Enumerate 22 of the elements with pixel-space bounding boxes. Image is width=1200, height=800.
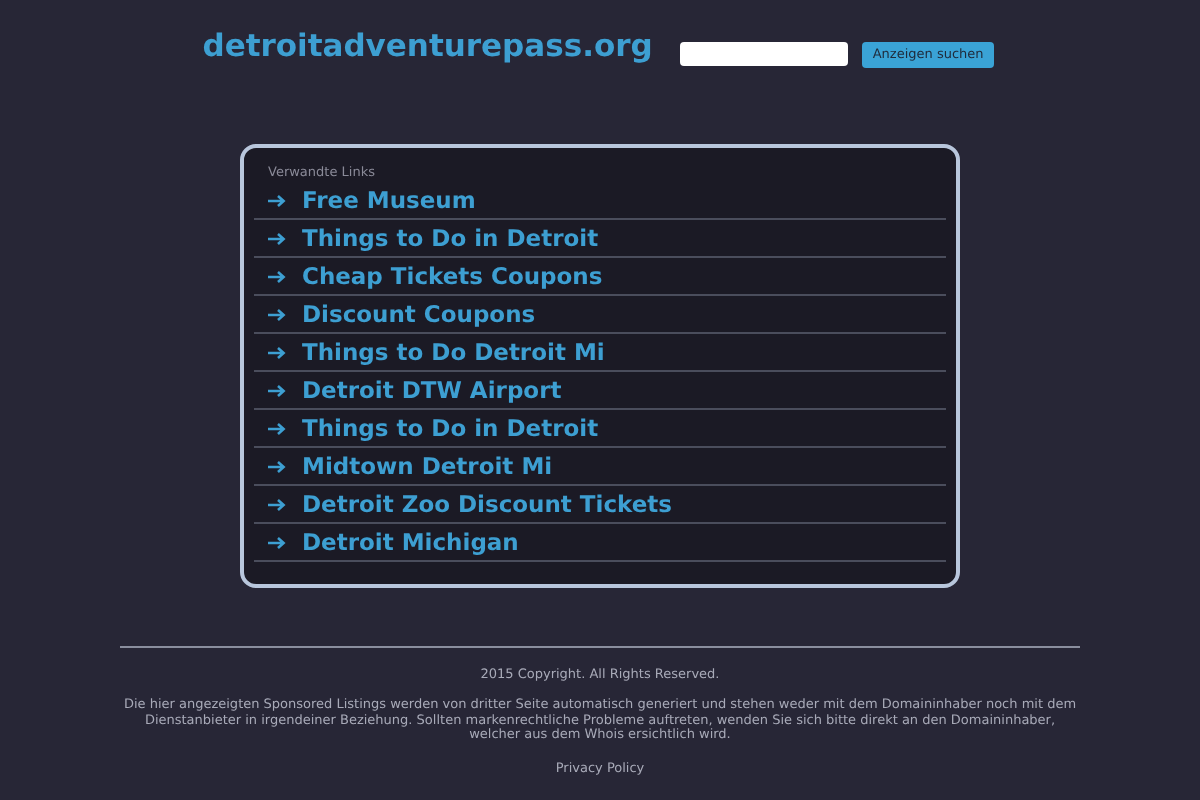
related-link[interactable]: Things to Do in Detroit	[302, 414, 599, 442]
related-link[interactable]: Cheap Tickets Coupons	[302, 262, 603, 290]
arrow-icon	[268, 307, 286, 321]
arrow-icon	[268, 535, 286, 549]
search-field[interactable]	[680, 42, 849, 66]
arrow-icon	[268, 459, 286, 473]
related-link[interactable]: Detroit Zoo Discount Tickets	[302, 490, 673, 518]
related-link[interactable]: Things to Do in Detroit	[302, 224, 599, 252]
related-link[interactable]: Free Museum	[302, 186, 476, 214]
related-link[interactable]: Discount Coupons	[302, 300, 536, 328]
arrow-icon	[268, 383, 286, 397]
related-link[interactable]: Things to Do Detroit Mi	[302, 338, 605, 366]
arrow-icon	[268, 497, 286, 511]
arrow-icon	[268, 269, 286, 283]
arrow-icon	[268, 345, 286, 359]
related-link[interactable]: Detroit Michigan	[302, 528, 519, 556]
arrow-icon	[268, 231, 286, 245]
site-title[interactable]: detroitadventurepass.org	[202, 28, 653, 64]
related-link[interactable]: Midtown Detroit Mi	[302, 452, 553, 480]
arrow-icon	[268, 193, 286, 207]
arrow-icon	[268, 421, 286, 435]
related-link[interactable]: Detroit DTW Airport	[302, 376, 562, 404]
